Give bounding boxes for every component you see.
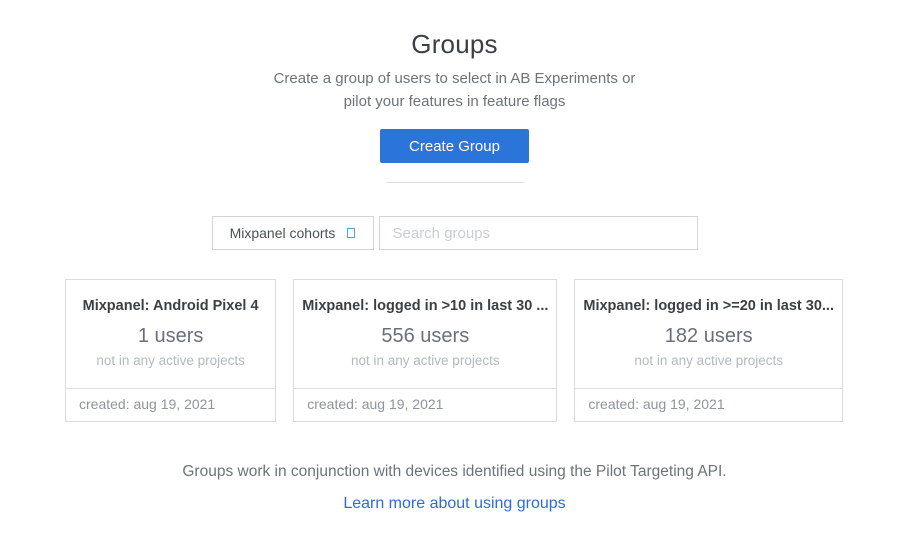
learn-more-wrap: Learn more about using groups xyxy=(0,495,909,513)
cohort-source-label: Mixpanel cohorts xyxy=(230,225,336,241)
groups-info-note: Groups work in conjunction with devices … xyxy=(0,463,909,481)
group-title: Mixpanel: logged in >10 in last 30 ... xyxy=(294,298,556,314)
group-status: not in any active projects xyxy=(575,353,842,368)
page-subtitle: Create a group of users to select in AB … xyxy=(0,67,909,113)
group-card-main: Mixpanel: logged in >=20 in last 30... 1… xyxy=(575,280,842,388)
cohort-source-select[interactable]: Mixpanel cohorts xyxy=(212,216,374,250)
group-created: created: aug 19, 2021 xyxy=(575,388,842,421)
group-card-main: Mixpanel: Android Pixel 4 1 users not in… xyxy=(66,280,275,388)
groups-page: Groups Create a group of users to select… xyxy=(0,0,909,558)
group-title: Mixpanel: logged in >=20 in last 30... xyxy=(575,298,842,314)
page-header: Groups Create a group of users to select… xyxy=(0,0,909,183)
page-title: Groups xyxy=(0,29,909,60)
group-status: not in any active projects xyxy=(294,353,556,368)
group-cards-row: Mixpanel: Android Pixel 4 1 users not in… xyxy=(65,279,843,422)
learn-more-link[interactable]: Learn more about using groups xyxy=(343,495,565,512)
group-created: created: aug 19, 2021 xyxy=(294,388,556,421)
group-status: not in any active projects xyxy=(66,353,275,368)
group-users-count: 182 users xyxy=(575,325,842,348)
group-card[interactable]: Mixpanel: Android Pixel 4 1 users not in… xyxy=(65,279,276,422)
group-created: created: aug 19, 2021 xyxy=(66,388,275,421)
header-divider xyxy=(386,182,524,183)
select-indicator-icon xyxy=(347,228,355,238)
search-groups-input[interactable] xyxy=(379,216,698,250)
group-users-count: 556 users xyxy=(294,325,556,348)
subtitle-line-2: pilot your features in feature flags xyxy=(0,90,909,113)
group-users-count: 1 users xyxy=(66,325,275,348)
create-group-button[interactable]: Create Group xyxy=(380,129,529,163)
filter-row: Mixpanel cohorts xyxy=(0,216,909,250)
subtitle-line-1: Create a group of users to select in AB … xyxy=(0,67,909,90)
group-card[interactable]: Mixpanel: logged in >=20 in last 30... 1… xyxy=(574,279,843,422)
group-title: Mixpanel: Android Pixel 4 xyxy=(66,298,275,314)
group-card-main: Mixpanel: logged in >10 in last 30 ... 5… xyxy=(294,280,556,388)
group-card[interactable]: Mixpanel: logged in >10 in last 30 ... 5… xyxy=(293,279,557,422)
